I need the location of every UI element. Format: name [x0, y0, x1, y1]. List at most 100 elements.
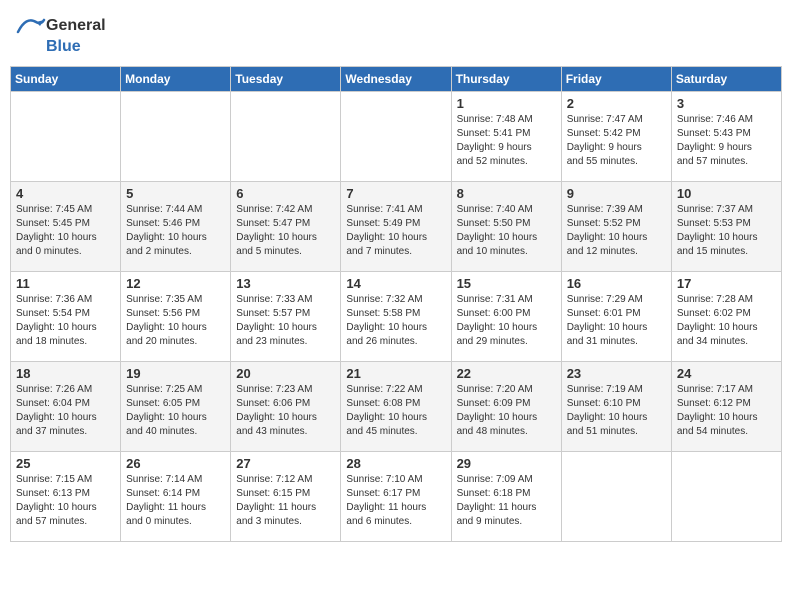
calendar-cell: 1 Sunrise: 7:48 AM Sunset: 5:41 PM Daylig… [451, 92, 561, 182]
calendar-cell: 6 Sunrise: 7:42 AM Sunset: 5:47 PM Daylig… [231, 182, 341, 272]
col-header-saturday: Saturday [671, 67, 781, 92]
day-info: Sunrise: 7:41 AM Sunset: 5:49 PM Dayligh… [346, 203, 445, 259]
calendar-cell: 15 Sunrise: 7:31 AM Sunset: 6:00 PM Dayli… [451, 272, 561, 362]
calendar-cell: 14Sunrise: 7:32 AM Sunset: 5:58 PM Dayli… [341, 272, 451, 362]
day-info: Sunrise: 7:22 AM Sunset: 6:08 PM Dayligh… [346, 383, 445, 439]
calendar-cell [561, 452, 671, 542]
col-header-tuesday: Tuesday [231, 67, 341, 92]
day-number: 22 [457, 366, 556, 381]
day-info: Sunrise: 7:28 AM Sunset: 6:02 PM Dayligh… [677, 293, 776, 349]
day-number: 23 [567, 366, 666, 381]
week-row-5: 25Sunrise: 7:15 AM Sunset: 6:13 PM Dayli… [11, 452, 782, 542]
day-number: 5 [126, 186, 225, 201]
page-header: General Blue [10, 10, 782, 60]
day-info: Sunrise: 7:14 AM Sunset: 6:14 PM Dayligh… [126, 473, 225, 529]
calendar-header: SundayMondayTuesdayWednesdayThursdayFrid… [11, 67, 782, 92]
day-number: 12 [126, 276, 225, 291]
calendar-table: SundayMondayTuesdayWednesdayThursdayFrid… [10, 66, 782, 542]
day-info: Sunrise: 7:40 AM Sunset: 5:50 PM Dayligh… [457, 203, 556, 259]
calendar-cell [341, 92, 451, 182]
day-number: 19 [126, 366, 225, 381]
day-info: Sunrise: 7:37 AM Sunset: 5:53 PM Dayligh… [677, 203, 776, 259]
day-number: 29 [457, 456, 556, 471]
day-number: 28 [346, 456, 445, 471]
day-number: 26 [126, 456, 225, 471]
day-number: 17 [677, 276, 776, 291]
calendar-cell: 10 Sunrise: 7:37 AM Sunset: 5:53 PM Dayli… [671, 182, 781, 272]
week-row-4: 18Sunrise: 7:26 AM Sunset: 6:04 PM Dayli… [11, 362, 782, 452]
day-info: Sunrise: 7:19 AM Sunset: 6:10 PM Dayligh… [567, 383, 666, 439]
day-number: 21 [346, 366, 445, 381]
calendar-cell: 25Sunrise: 7:15 AM Sunset: 6:13 PM Dayli… [11, 452, 121, 542]
calendar-cell: 19 Sunrise: 7:25 AM Sunset: 6:05 PM Dayli… [121, 362, 231, 452]
calendar-cell: 3 Sunrise: 7:46 AM Sunset: 5:43 PM Daylig… [671, 92, 781, 182]
day-number: 9 [567, 186, 666, 201]
day-info: Sunrise: 7:23 AM Sunset: 6:06 PM Dayligh… [236, 383, 335, 439]
calendar-cell: 2Sunrise: 7:47 AM Sunset: 5:42 PM Daylig… [561, 92, 671, 182]
calendar-cell: 8Sunrise: 7:40 AM Sunset: 5:50 PM Daylig… [451, 182, 561, 272]
col-header-sunday: Sunday [11, 67, 121, 92]
calendar-cell: 23 Sunrise: 7:19 AM Sunset: 6:10 PM Dayli… [561, 362, 671, 452]
day-info: Sunrise: 7:48 AM Sunset: 5:41 PM Dayligh… [457, 113, 556, 169]
calendar-cell: 17 Sunrise: 7:28 AM Sunset: 6:02 PM Dayli… [671, 272, 781, 362]
col-header-wednesday: Wednesday [341, 67, 451, 92]
calendar-cell: 20 Sunrise: 7:23 AM Sunset: 6:06 PM Dayli… [231, 362, 341, 452]
calendar-cell: 5 Sunrise: 7:44 AM Sunset: 5:46 PM Daylig… [121, 182, 231, 272]
week-row-3: 11Sunrise: 7:36 AM Sunset: 5:54 PM Dayli… [11, 272, 782, 362]
calendar-cell: 27 Sunrise: 7:12 AM Sunset: 6:15 PM Dayli… [231, 452, 341, 542]
day-number: 13 [236, 276, 335, 291]
day-number: 27 [236, 456, 335, 471]
day-info: Sunrise: 7:10 AM Sunset: 6:17 PM Dayligh… [346, 473, 445, 529]
calendar-cell: 7Sunrise: 7:41 AM Sunset: 5:49 PM Daylig… [341, 182, 451, 272]
day-number: 6 [236, 186, 335, 201]
day-number: 3 [677, 96, 776, 111]
calendar-cell: 18Sunrise: 7:26 AM Sunset: 6:04 PM Dayli… [11, 362, 121, 452]
calendar-cell: 4 Sunrise: 7:45 AM Sunset: 5:45 PM Daylig… [11, 182, 121, 272]
day-info: Sunrise: 7:39 AM Sunset: 5:52 PM Dayligh… [567, 203, 666, 259]
header-row: SundayMondayTuesdayWednesdayThursdayFrid… [11, 67, 782, 92]
logo-bird-icon [16, 14, 46, 38]
day-number: 15 [457, 276, 556, 291]
calendar-cell: 21 Sunrise: 7:22 AM Sunset: 6:08 PM Dayli… [341, 362, 451, 452]
day-info: Sunrise: 7:20 AM Sunset: 6:09 PM Dayligh… [457, 383, 556, 439]
week-row-1: 1 Sunrise: 7:48 AM Sunset: 5:41 PM Daylig… [11, 92, 782, 182]
col-header-monday: Monday [121, 67, 231, 92]
day-info: Sunrise: 7:09 AM Sunset: 6:18 PM Dayligh… [457, 473, 556, 529]
day-info: Sunrise: 7:25 AM Sunset: 6:05 PM Dayligh… [126, 383, 225, 439]
calendar-cell [231, 92, 341, 182]
calendar-cell [121, 92, 231, 182]
calendar-cell: 28 Sunrise: 7:10 AM Sunset: 6:17 PM Dayli… [341, 452, 451, 542]
day-number: 10 [677, 186, 776, 201]
day-number: 25 [16, 456, 115, 471]
calendar-cell: 16Sunrise: 7:29 AM Sunset: 6:01 PM Dayli… [561, 272, 671, 362]
logo-blue-text: Blue [46, 38, 81, 56]
day-info: Sunrise: 7:33 AM Sunset: 5:57 PM Dayligh… [236, 293, 335, 349]
day-info: Sunrise: 7:45 AM Sunset: 5:45 PM Dayligh… [16, 203, 115, 259]
day-number: 4 [16, 186, 115, 201]
calendar-cell: 11Sunrise: 7:36 AM Sunset: 5:54 PM Dayli… [11, 272, 121, 362]
logo: General Blue [16, 14, 106, 56]
calendar-cell [671, 452, 781, 542]
calendar-cell: 13 Sunrise: 7:33 AM Sunset: 5:57 PM Dayli… [231, 272, 341, 362]
day-number: 14 [346, 276, 445, 291]
day-info: Sunrise: 7:26 AM Sunset: 6:04 PM Dayligh… [16, 383, 115, 439]
day-number: 24 [677, 366, 776, 381]
week-row-2: 4 Sunrise: 7:45 AM Sunset: 5:45 PM Daylig… [11, 182, 782, 272]
day-info: Sunrise: 7:44 AM Sunset: 5:46 PM Dayligh… [126, 203, 225, 259]
day-number: 20 [236, 366, 335, 381]
day-info: Sunrise: 7:35 AM Sunset: 5:56 PM Dayligh… [126, 293, 225, 349]
day-info: Sunrise: 7:12 AM Sunset: 6:15 PM Dayligh… [236, 473, 335, 529]
day-info: Sunrise: 7:42 AM Sunset: 5:47 PM Dayligh… [236, 203, 335, 259]
logo-general-text: General [46, 17, 106, 35]
calendar-cell [11, 92, 121, 182]
day-info: Sunrise: 7:46 AM Sunset: 5:43 PM Dayligh… [677, 113, 776, 169]
calendar-body: 1 Sunrise: 7:48 AM Sunset: 5:41 PM Daylig… [11, 92, 782, 542]
calendar-cell: 26 Sunrise: 7:14 AM Sunset: 6:14 PM Dayli… [121, 452, 231, 542]
day-info: Sunrise: 7:29 AM Sunset: 6:01 PM Dayligh… [567, 293, 666, 349]
calendar-cell: 9 Sunrise: 7:39 AM Sunset: 5:52 PM Daylig… [561, 182, 671, 272]
day-number: 1 [457, 96, 556, 111]
day-info: Sunrise: 7:36 AM Sunset: 5:54 PM Dayligh… [16, 293, 115, 349]
col-header-friday: Friday [561, 67, 671, 92]
calendar-cell: 24Sunrise: 7:17 AM Sunset: 6:12 PM Dayli… [671, 362, 781, 452]
day-info: Sunrise: 7:31 AM Sunset: 6:00 PM Dayligh… [457, 293, 556, 349]
